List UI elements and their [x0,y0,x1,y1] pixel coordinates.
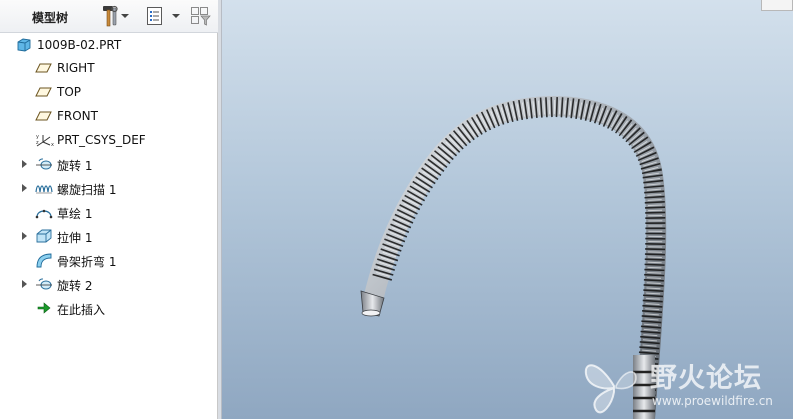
tree-settings-button[interactable] [100,5,129,27]
expand-arrow-icon[interactable] [22,184,27,192]
watermark-title: 野火论坛 [650,363,762,394]
tree-show-button[interactable] [146,5,182,27]
coordinate-system-icon: y z x [36,134,54,148]
tree-item-sketch-1[interactable]: 草绘 1 [0,200,218,224]
revolve-icon [36,278,52,290]
helical-sweep-icon [35,185,53,194]
svg-text:x: x [51,142,54,148]
tree-filter-button[interactable] [190,5,214,27]
spinal-bend-icon [36,253,52,268]
model-tree-title: 模型树 [32,11,69,25]
tree-item-extrude-1[interactable]: 拉伸 1 [0,224,218,248]
watermark-url: www.proewildfire.cn [652,394,773,408]
hammer-wrench-icon [103,5,118,27]
tree-item-insert-here[interactable]: 在此插入 [0,296,218,320]
model-tree-header: 模型树 [0,0,218,33]
tree-item-csys[interactable]: y z x PRT_CSYS_DEF [0,128,218,152]
tree-item-helical-sweep-1[interactable]: 螺旋扫描 1 [0,176,218,200]
show-dropdown-arrow-icon [172,14,180,18]
filter-icon [191,7,211,26]
tree-item-spinal-bend-1[interactable]: 骨架折弯 1 [0,248,218,272]
expand-arrow-icon[interactable] [22,232,27,240]
tree-item-revolve-1[interactable]: 旋转 1 [0,152,218,176]
graphics-viewport[interactable]: 野火论坛 www.proewildfire.cn [222,0,793,419]
tree-item-top[interactable]: TOP [0,80,218,104]
watermark: 野火论坛 www.proewildfire.cn [580,350,793,419]
tree-item-right[interactable]: RIGHT [0,56,218,80]
tree-item-part[interactable]: 1009B-02.PRT [0,33,218,57]
tree-item-front[interactable]: FRONT [0,104,218,128]
part-icon [17,38,31,52]
butterfly-logo-icon [584,364,637,414]
model-tree-panel: 模型树 1009B-02.PRT RIGHT TOP FRONT y z x P… [0,0,218,419]
revolve-icon [36,158,52,170]
svg-text:z: z [36,140,39,146]
datum-plane-icon [35,63,52,73]
tree-item-revolve-2[interactable]: 旋转 2 [0,272,218,296]
insert-here-arrow-icon [37,302,51,314]
expand-arrow-icon[interactable] [22,280,27,288]
datum-plane-icon [35,111,52,121]
datum-plane-icon [35,87,52,97]
extrude-icon [36,229,52,243]
expand-arrow-icon[interactable] [22,160,27,168]
list-view-icon [147,7,162,25]
settings-dropdown-arrow-icon [121,14,129,18]
sketch-icon [35,209,53,219]
